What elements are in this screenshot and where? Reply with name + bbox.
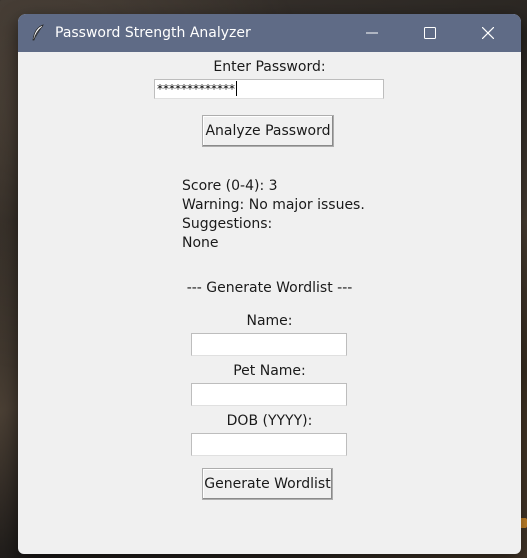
app-window: Password Strength Analyzer Enter Passwor…: [18, 14, 521, 554]
maximize-button[interactable]: [407, 14, 453, 52]
window-title: Password Strength Analyzer: [55, 25, 251, 41]
name-input[interactable]: [191, 333, 347, 356]
title-bar[interactable]: Password Strength Analyzer: [18, 14, 521, 52]
minimize-button[interactable]: [349, 14, 395, 52]
wordlist-section-title: --- Generate Wordlist ---: [186, 280, 353, 296]
suggestions-value: None: [182, 235, 219, 251]
password-input[interactable]: *************: [154, 79, 384, 99]
dob-input[interactable]: [191, 433, 347, 456]
name-label: Name:: [246, 313, 293, 329]
close-button[interactable]: [465, 14, 511, 52]
dob-label: DOB (YYYY):: [226, 413, 313, 429]
analyze-password-button[interactable]: Analyze Password: [202, 115, 334, 147]
close-icon: [482, 27, 494, 39]
suggestions-label: Suggestions:: [182, 216, 273, 232]
generate-wordlist-button[interactable]: Generate Wordlist: [202, 468, 333, 500]
score-text: Score (0-4): 3: [182, 178, 278, 194]
minimize-icon: [366, 32, 378, 34]
pet-name-input[interactable]: [191, 383, 347, 406]
password-masked-value: *************: [157, 82, 235, 96]
pet-name-label: Pet Name:: [233, 363, 306, 379]
feather-icon: [30, 24, 46, 42]
text-caret: [236, 81, 237, 96]
maximize-icon: [424, 27, 436, 39]
password-label: Enter Password:: [213, 59, 326, 75]
warning-text: Warning: No major issues.: [182, 197, 365, 213]
